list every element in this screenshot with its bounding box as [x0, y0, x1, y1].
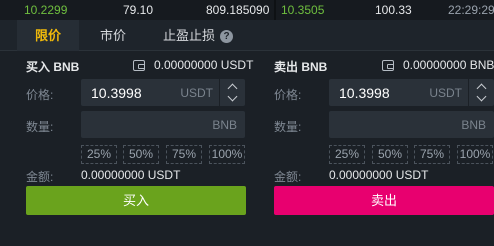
- sell-amount-input[interactable]: BNB: [329, 111, 494, 138]
- ticker-right-time: 22:29:29: [448, 3, 494, 17]
- market-ticker-strip: 10.2299 79.10 809.185090 10.3505 100.33 …: [0, 0, 494, 20]
- buy-amount-unit: BNB: [212, 118, 237, 132]
- tab-stop-limit[interactable]: 止盈止损?: [150, 20, 246, 51]
- sell-available-balance: 0.00000000 BNB: [403, 58, 494, 72]
- buy-percent-75[interactable]: 75%: [166, 145, 202, 164]
- question-icon[interactable]: ?: [220, 30, 233, 43]
- ticker-divider: [274, 0, 276, 20]
- order-type-tabs: 限价 市价 止盈止损?: [0, 20, 494, 51]
- buy-panel-title: 买入 BNB: [26, 60, 80, 74]
- ticker-left-change: 79.10: [123, 3, 154, 17]
- sell-total-value: 0.00000000 USDT: [329, 168, 429, 182]
- buy-price-label: 价格:: [26, 88, 54, 102]
- sell-amount-label: 数量:: [274, 120, 302, 134]
- buy-percent-50[interactable]: 50%: [123, 145, 159, 164]
- ticker-left-price: 10.2299: [24, 3, 68, 17]
- buy-total-label: 金额:: [26, 170, 54, 184]
- buy-button[interactable]: 买入: [26, 186, 246, 215]
- chevron-down-icon[interactable]: [227, 91, 238, 102]
- tab-stop-limit-label: 止盈止损: [162, 28, 215, 43]
- buy-price-stepper[interactable]: [219, 79, 245, 106]
- sell-price-label: 价格:: [274, 88, 302, 102]
- sell-total-label: 金额:: [274, 170, 302, 184]
- wallet-icon: [382, 60, 394, 71]
- buy-amount-label: 数量:: [26, 120, 54, 134]
- tab-limit[interactable]: 限价: [17, 20, 79, 51]
- sell-percent-50[interactable]: 50%: [372, 145, 408, 164]
- wallet-icon: [133, 60, 145, 71]
- sell-panel-title: 卖出 BNB: [274, 60, 328, 74]
- buy-total-value: 0.00000000 USDT: [81, 168, 181, 182]
- buy-percent-100[interactable]: 100%: [209, 145, 245, 164]
- sell-percent-25[interactable]: 25%: [329, 145, 365, 164]
- chevron-down-icon[interactable]: [476, 91, 487, 102]
- sell-percent-100[interactable]: 100%: [457, 145, 493, 164]
- ticker-right-change: 100.33: [375, 3, 412, 17]
- buy-amount-input[interactable]: BNB: [81, 111, 245, 138]
- buy-percent-25[interactable]: 25%: [81, 145, 117, 164]
- sell-price-stepper[interactable]: [468, 79, 494, 106]
- buy-price-value: 10.3998: [91, 85, 142, 101]
- sell-price-value: 10.3998: [339, 85, 390, 101]
- buy-available-balance: 0.00000000 USDT: [154, 58, 254, 72]
- sell-price-unit: USDT: [429, 86, 462, 100]
- sell-amount-unit: BNB: [461, 118, 486, 132]
- ticker-right-price: 10.3505: [281, 3, 325, 17]
- tab-market[interactable]: 市价: [84, 20, 142, 51]
- sell-button[interactable]: 卖出: [274, 186, 494, 215]
- sell-percent-75[interactable]: 75%: [414, 145, 450, 164]
- buy-price-input[interactable]: 10.3998 USDT: [81, 79, 245, 106]
- sell-price-input[interactable]: 10.3998 USDT: [329, 79, 494, 106]
- ticker-left-volume: 809.185090: [206, 3, 270, 17]
- buy-price-unit: USDT: [180, 86, 213, 100]
